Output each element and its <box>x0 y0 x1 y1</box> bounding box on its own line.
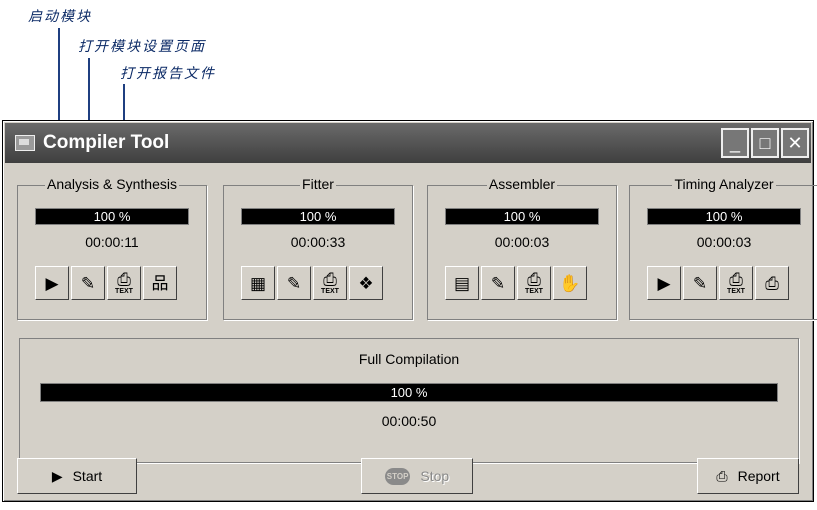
settings-pencil-icon: ✎ <box>286 273 302 293</box>
annotation-start-module: 启动模块 <box>28 9 92 25</box>
compiler-tool-window: Compiler Tool _ □ ✕ Analysis & Synthesis… <box>2 120 817 502</box>
start-module-button[interactable]: ▦ <box>241 266 275 300</box>
settings-pencil-icon: ✎ <box>490 273 506 293</box>
full-compilation-panel: Full Compilation 100 % 00:00:50 <box>19 338 799 463</box>
module-progress-text: 100 % <box>503 209 541 224</box>
minimize-icon[interactable]: _ <box>721 128 749 158</box>
window-title: Compiler Tool <box>43 132 170 153</box>
report-text-button[interactable]: ⎙ TEXT <box>107 266 141 300</box>
floorplan-button[interactable]: ❖ <box>349 266 383 300</box>
start-module-button[interactable]: ▶ <box>647 266 681 300</box>
module-progress-text: 100 % <box>299 209 337 224</box>
stop-button[interactable]: STOP Stop <box>361 458 473 494</box>
module-toolbar: ▶ ✎ ⎙ TEXT ⎙ <box>647 266 789 300</box>
report-text-button[interactable]: ⎙ TEXT <box>517 266 551 300</box>
module-name: Fitter <box>300 176 336 192</box>
report-text-icon: ⎙ TEXT <box>321 271 339 295</box>
icon-glyph: ⎙ <box>527 270 541 289</box>
play-icon: ▶ <box>51 467 63 484</box>
full-compilation-label: Full Compilation <box>358 351 460 367</box>
start-module-icon: ▶ <box>657 273 671 293</box>
report-button[interactable]: ⎙ Report <box>697 458 799 494</box>
module-toolbar: ▤ ✎ ⎙ TEXT ✋ <box>445 266 587 300</box>
settings-pencil-button[interactable]: ✎ <box>277 266 311 300</box>
programmer-button[interactable]: ✋ <box>553 266 587 300</box>
module-group-4: Timing Analyzer 100 % 00:00:03 ▶ ✎ ⎙ TEXT ⎙ <box>629 176 817 320</box>
icon-caption: TEXT <box>727 288 745 295</box>
icon-glyph: ⎙ <box>323 270 337 289</box>
settings-pencil-button[interactable]: ✎ <box>71 266 105 300</box>
programmer-icon: ✋ <box>559 273 581 293</box>
report-icon: ⎙ <box>716 467 728 484</box>
module-elapsed-time: 00:00:03 <box>494 234 550 250</box>
module-progress-text: 100 % <box>93 209 131 224</box>
icon-caption: TEXT <box>321 288 339 295</box>
module-progress-bar: 100 % <box>647 208 801 225</box>
report-button-label: Report <box>737 468 780 484</box>
report-button[interactable]: ⎙ <box>755 266 789 300</box>
module-elapsed-time: 00:00:33 <box>290 234 346 250</box>
settings-pencil-icon: ✎ <box>692 273 708 293</box>
start-module-icon: ▶ <box>45 273 59 293</box>
full-compilation-progress-bar: 100 % <box>40 383 778 402</box>
stop-button-label: Stop <box>420 468 450 484</box>
icon-caption: TEXT <box>525 288 543 295</box>
start-button[interactable]: ▶ Start <box>17 458 137 494</box>
module-group-1: Analysis & Synthesis 100 % 00:00:11 ▶ ✎ ⎙ T… <box>17 176 207 320</box>
start-module-icon: ▤ <box>453 273 471 293</box>
module-progress-bar: 100 % <box>445 208 599 225</box>
module-elapsed-time: 00:00:11 <box>85 234 139 250</box>
full-compilation-progress-text: 100 % <box>390 385 428 400</box>
report-text-icon: ⎙ TEXT <box>115 271 133 295</box>
module-toolbar: ▶ ✎ ⎙ TEXT 品 <box>35 266 177 300</box>
floorplan-icon: ❖ <box>358 273 374 293</box>
hierarchy-icon: 品 <box>151 273 169 293</box>
hierarchy-button[interactable]: 品 <box>143 266 177 300</box>
module-progress-bar: 100 % <box>35 208 189 225</box>
title-bar[interactable]: Compiler Tool _ □ ✕ <box>5 123 811 163</box>
start-button-label: Start <box>72 468 103 484</box>
icon-glyph: ⎙ <box>117 270 131 289</box>
report-text-button[interactable]: ⎙ TEXT <box>719 266 753 300</box>
annotation-open-module-settings: 打开模块设置页面 <box>78 39 206 55</box>
stop-icon: STOP <box>384 467 411 485</box>
compiler-app-icon <box>15 135 35 151</box>
full-compilation-time: 00:00:50 <box>381 413 437 429</box>
settings-pencil-button[interactable]: ✎ <box>481 266 515 300</box>
report-icon: ⎙ <box>765 273 779 293</box>
module-group-3: Assembler 100 % 00:00:03 ▤ ✎ ⎙ TEXT ✋ <box>427 176 617 320</box>
start-module-button[interactable]: ▶ <box>35 266 69 300</box>
report-text-button[interactable]: ⎙ TEXT <box>313 266 347 300</box>
module-name: Timing Analyzer <box>672 176 776 192</box>
module-group-2: Fitter 100 % 00:00:33 ▦ ✎ ⎙ TEXT ❖ <box>223 176 413 320</box>
start-module-icon: ▦ <box>249 273 267 293</box>
annotation-open-report-file: 打开报告文件 <box>120 66 216 82</box>
report-text-icon: ⎙ TEXT <box>727 271 745 295</box>
settings-pencil-icon: ✎ <box>80 273 96 293</box>
start-module-button[interactable]: ▤ <box>445 266 479 300</box>
module-progress-bar: 100 % <box>241 208 395 225</box>
report-text-icon: ⎙ TEXT <box>525 271 543 295</box>
icon-caption: TEXT <box>115 288 133 295</box>
module-progress-text: 100 % <box>705 209 743 224</box>
module-name: Analysis & Synthesis <box>45 176 179 192</box>
module-elapsed-time: 00:00:03 <box>696 234 752 250</box>
module-name: Assembler <box>486 176 558 192</box>
close-icon[interactable]: ✕ <box>781 128 809 158</box>
maximize-icon[interactable]: □ <box>751 128 779 158</box>
settings-pencil-button[interactable]: ✎ <box>683 266 717 300</box>
icon-glyph: ⎙ <box>729 270 743 289</box>
module-toolbar: ▦ ✎ ⎙ TEXT ❖ <box>241 266 383 300</box>
